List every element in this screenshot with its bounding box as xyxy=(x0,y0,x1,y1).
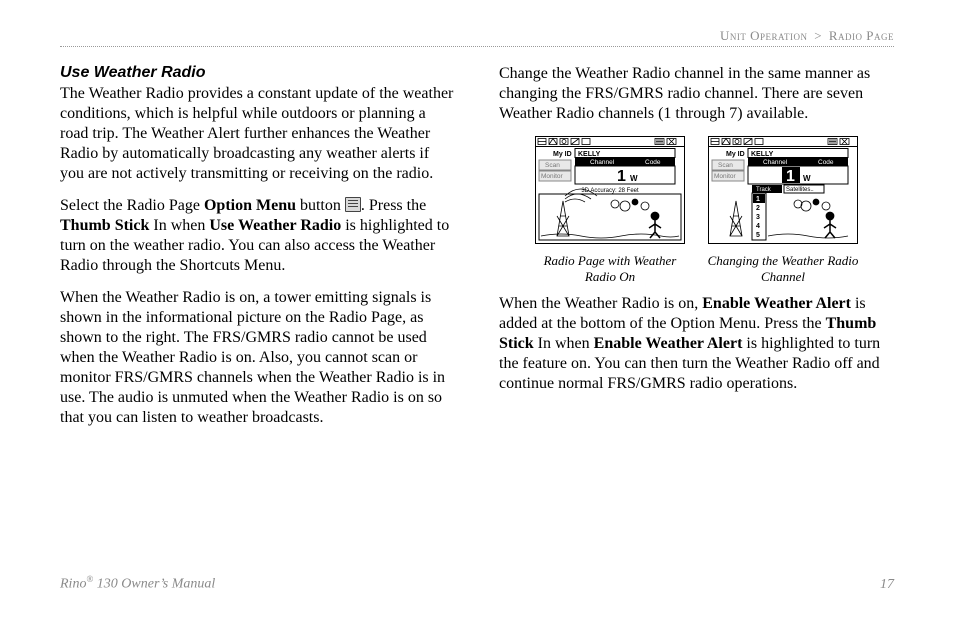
left-paragraph-1: The Weather Radio provides a constant up… xyxy=(60,84,455,184)
svg-text:KELLY: KELLY xyxy=(751,151,774,158)
right-paragraph-1: Change the Weather Radio channel in the … xyxy=(499,64,894,124)
svg-text:3: 3 xyxy=(756,214,760,221)
breadcrumb-page: Radio Page xyxy=(829,28,894,43)
left-paragraph-3: When the Weather Radio is on, a tower em… xyxy=(60,288,455,428)
device-screen-change-channel: My ID KELLY Channel Code 1 W xyxy=(708,136,858,244)
svg-text:1: 1 xyxy=(756,196,760,203)
right-column: Change the Weather Radio channel in the … xyxy=(499,64,894,440)
bold-use-weather-radio: Use Weather Radio xyxy=(209,217,341,234)
bold-enable-weather-alert-2: Enable Weather Alert xyxy=(594,335,743,352)
text-run: . Press the xyxy=(361,197,426,214)
left-column: Use Weather Radio The Weather Radio prov… xyxy=(60,64,455,440)
figure-right: My ID KELLY Channel Code 1 W xyxy=(706,136,861,284)
svg-text:My ID: My ID xyxy=(726,151,745,158)
text-run: Rino xyxy=(60,577,86,592)
section-title: Use Weather Radio xyxy=(60,64,455,82)
page-footer: Rino® 130 Owner’s Manual 17 xyxy=(60,574,894,593)
page-number: 17 xyxy=(880,577,894,593)
figure-left-caption: Radio Page with Weather Radio On xyxy=(533,253,688,284)
breadcrumb-section: Unit Operation xyxy=(720,28,808,43)
svg-text:Code: Code xyxy=(818,159,834,166)
left-paragraph-2: Select the Radio Page Option Menu button… xyxy=(60,196,455,276)
breadcrumb: Unit Operation > Radio Page xyxy=(60,28,894,44)
device-screen-weather-on: My ID KELLY Channel Code 1 W xyxy=(535,136,685,244)
right-paragraph-2: When the Weather Radio is on, Enable Wea… xyxy=(499,294,894,394)
svg-text:Track: Track xyxy=(756,187,772,193)
breadcrumb-separator: > xyxy=(814,28,822,43)
text-run: 130 Owner’s Manual xyxy=(93,577,215,592)
figure-row: My ID KELLY Channel Code 1 W xyxy=(499,136,894,284)
text-run: Select the Radio Page xyxy=(60,197,204,214)
svg-text:Monitor: Monitor xyxy=(714,173,737,180)
svg-text:2: 2 xyxy=(756,205,760,212)
text-run: In when xyxy=(149,217,209,234)
svg-text:5: 5 xyxy=(756,232,760,239)
manual-title: Rino® 130 Owner’s Manual xyxy=(60,574,215,593)
svg-text:Scan: Scan xyxy=(545,162,560,169)
content-columns: Use Weather Radio The Weather Radio prov… xyxy=(60,64,894,440)
bold-thumb-stick: Thumb Stick xyxy=(60,217,149,234)
svg-text:4: 4 xyxy=(756,223,760,230)
text-run: button xyxy=(296,197,345,214)
bold-option-menu: Option Menu xyxy=(204,197,296,214)
option-menu-icon xyxy=(345,197,361,212)
svg-text:Monitor: Monitor xyxy=(541,173,564,180)
figure-left: My ID KELLY Channel Code 1 W xyxy=(533,136,688,284)
svg-text:Code: Code xyxy=(645,159,661,166)
text-run: In when xyxy=(534,335,594,352)
figure-right-caption: Changing the Weather Radio Channel xyxy=(706,253,861,284)
svg-text:Satellites..: Satellites.. xyxy=(786,187,814,193)
svg-text:W: W xyxy=(803,174,811,183)
svg-text:W: W xyxy=(630,174,638,183)
svg-text:1: 1 xyxy=(617,168,626,185)
bold-enable-weather-alert: Enable Weather Alert xyxy=(702,295,851,312)
svg-text:KELLY: KELLY xyxy=(578,151,601,158)
svg-text:My ID: My ID xyxy=(553,151,572,158)
svg-text:Channel: Channel xyxy=(763,159,788,166)
svg-text:1: 1 xyxy=(786,168,795,185)
svg-text:Scan: Scan xyxy=(718,162,733,169)
svg-text:Channel: Channel xyxy=(590,159,615,166)
text-run: When the Weather Radio is on, xyxy=(499,295,702,312)
header-rule xyxy=(60,46,894,48)
manual-page: Unit Operation > Radio Page Use Weather … xyxy=(0,0,954,621)
